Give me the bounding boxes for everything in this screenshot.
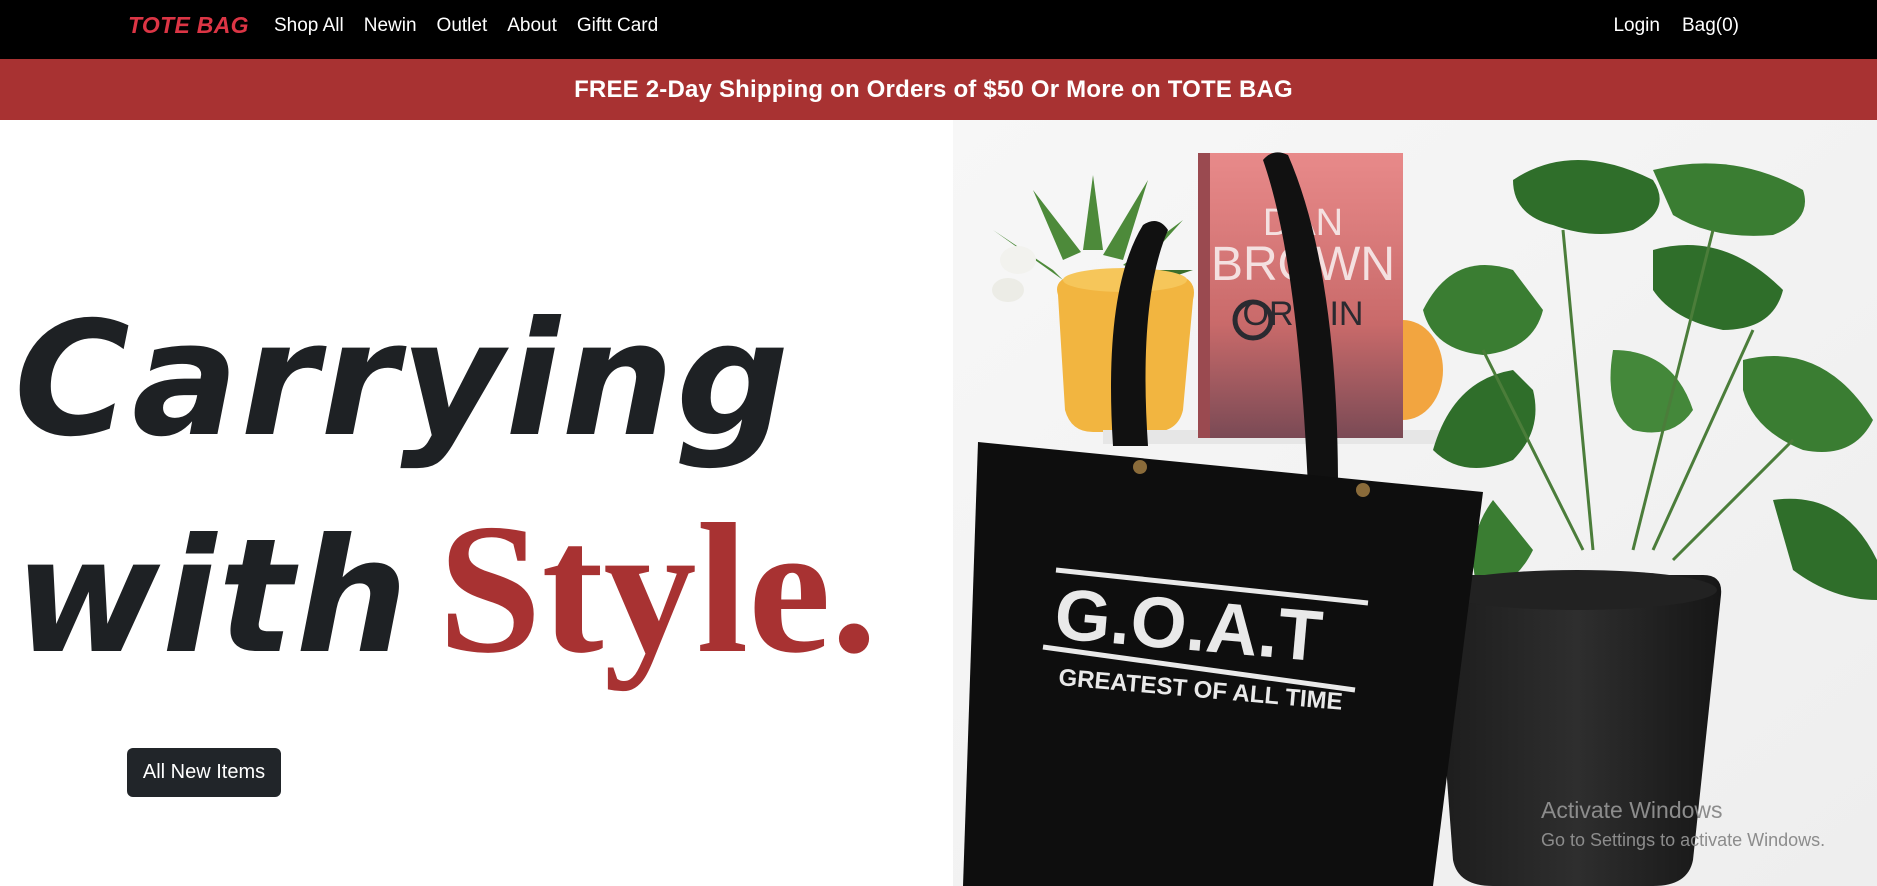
all-new-items-button[interactable]: All New Items <box>127 748 281 797</box>
hero-title: Carrying with Style. <box>14 282 944 745</box>
hero-word-with: with <box>14 505 411 689</box>
hero-word-style: Style. <box>438 486 878 692</box>
nav-link-outlet[interactable]: Outlet <box>437 13 488 39</box>
promo-text: FREE 2-Day Shipping on Orders of $50 Or … <box>574 75 1293 103</box>
watermark-subtitle: Go to Settings to activate Windows. <box>1541 830 1826 850</box>
promo-banner: FREE 2-Day Shipping on Orders of $50 Or … <box>0 59 1877 120</box>
brand-logo[interactable]: TOTE BAG <box>128 12 249 39</box>
nav-links: Shop All Newin Outlet About Giftt Card <box>274 13 678 39</box>
navbar: TOTE BAG Shop All Newin Outlet About Gif… <box>0 0 1877 59</box>
nav-link-shop-all[interactable]: Shop All <box>274 13 344 39</box>
nav-right: Login Bag(0) <box>1591 13 1739 39</box>
hero-line-2: with Style. <box>14 484 944 745</box>
hero-product-image: DAN BROWN ORIGIN <box>953 120 1877 886</box>
nav-link-about[interactable]: About <box>507 13 557 39</box>
bag-link[interactable]: Bag(0) <box>1682 13 1739 39</box>
login-link[interactable]: Login <box>1613 13 1660 39</box>
nav-link-gift-card[interactable]: Giftt Card <box>577 13 658 39</box>
hero-line-carrying: Carrying <box>14 288 792 472</box>
nav-link-newin[interactable]: Newin <box>364 13 417 39</box>
watermark-title: Activate Windows <box>1541 797 1723 823</box>
windows-activation-watermark: Activate Windows Go to Settings to activ… <box>1541 796 1825 854</box>
